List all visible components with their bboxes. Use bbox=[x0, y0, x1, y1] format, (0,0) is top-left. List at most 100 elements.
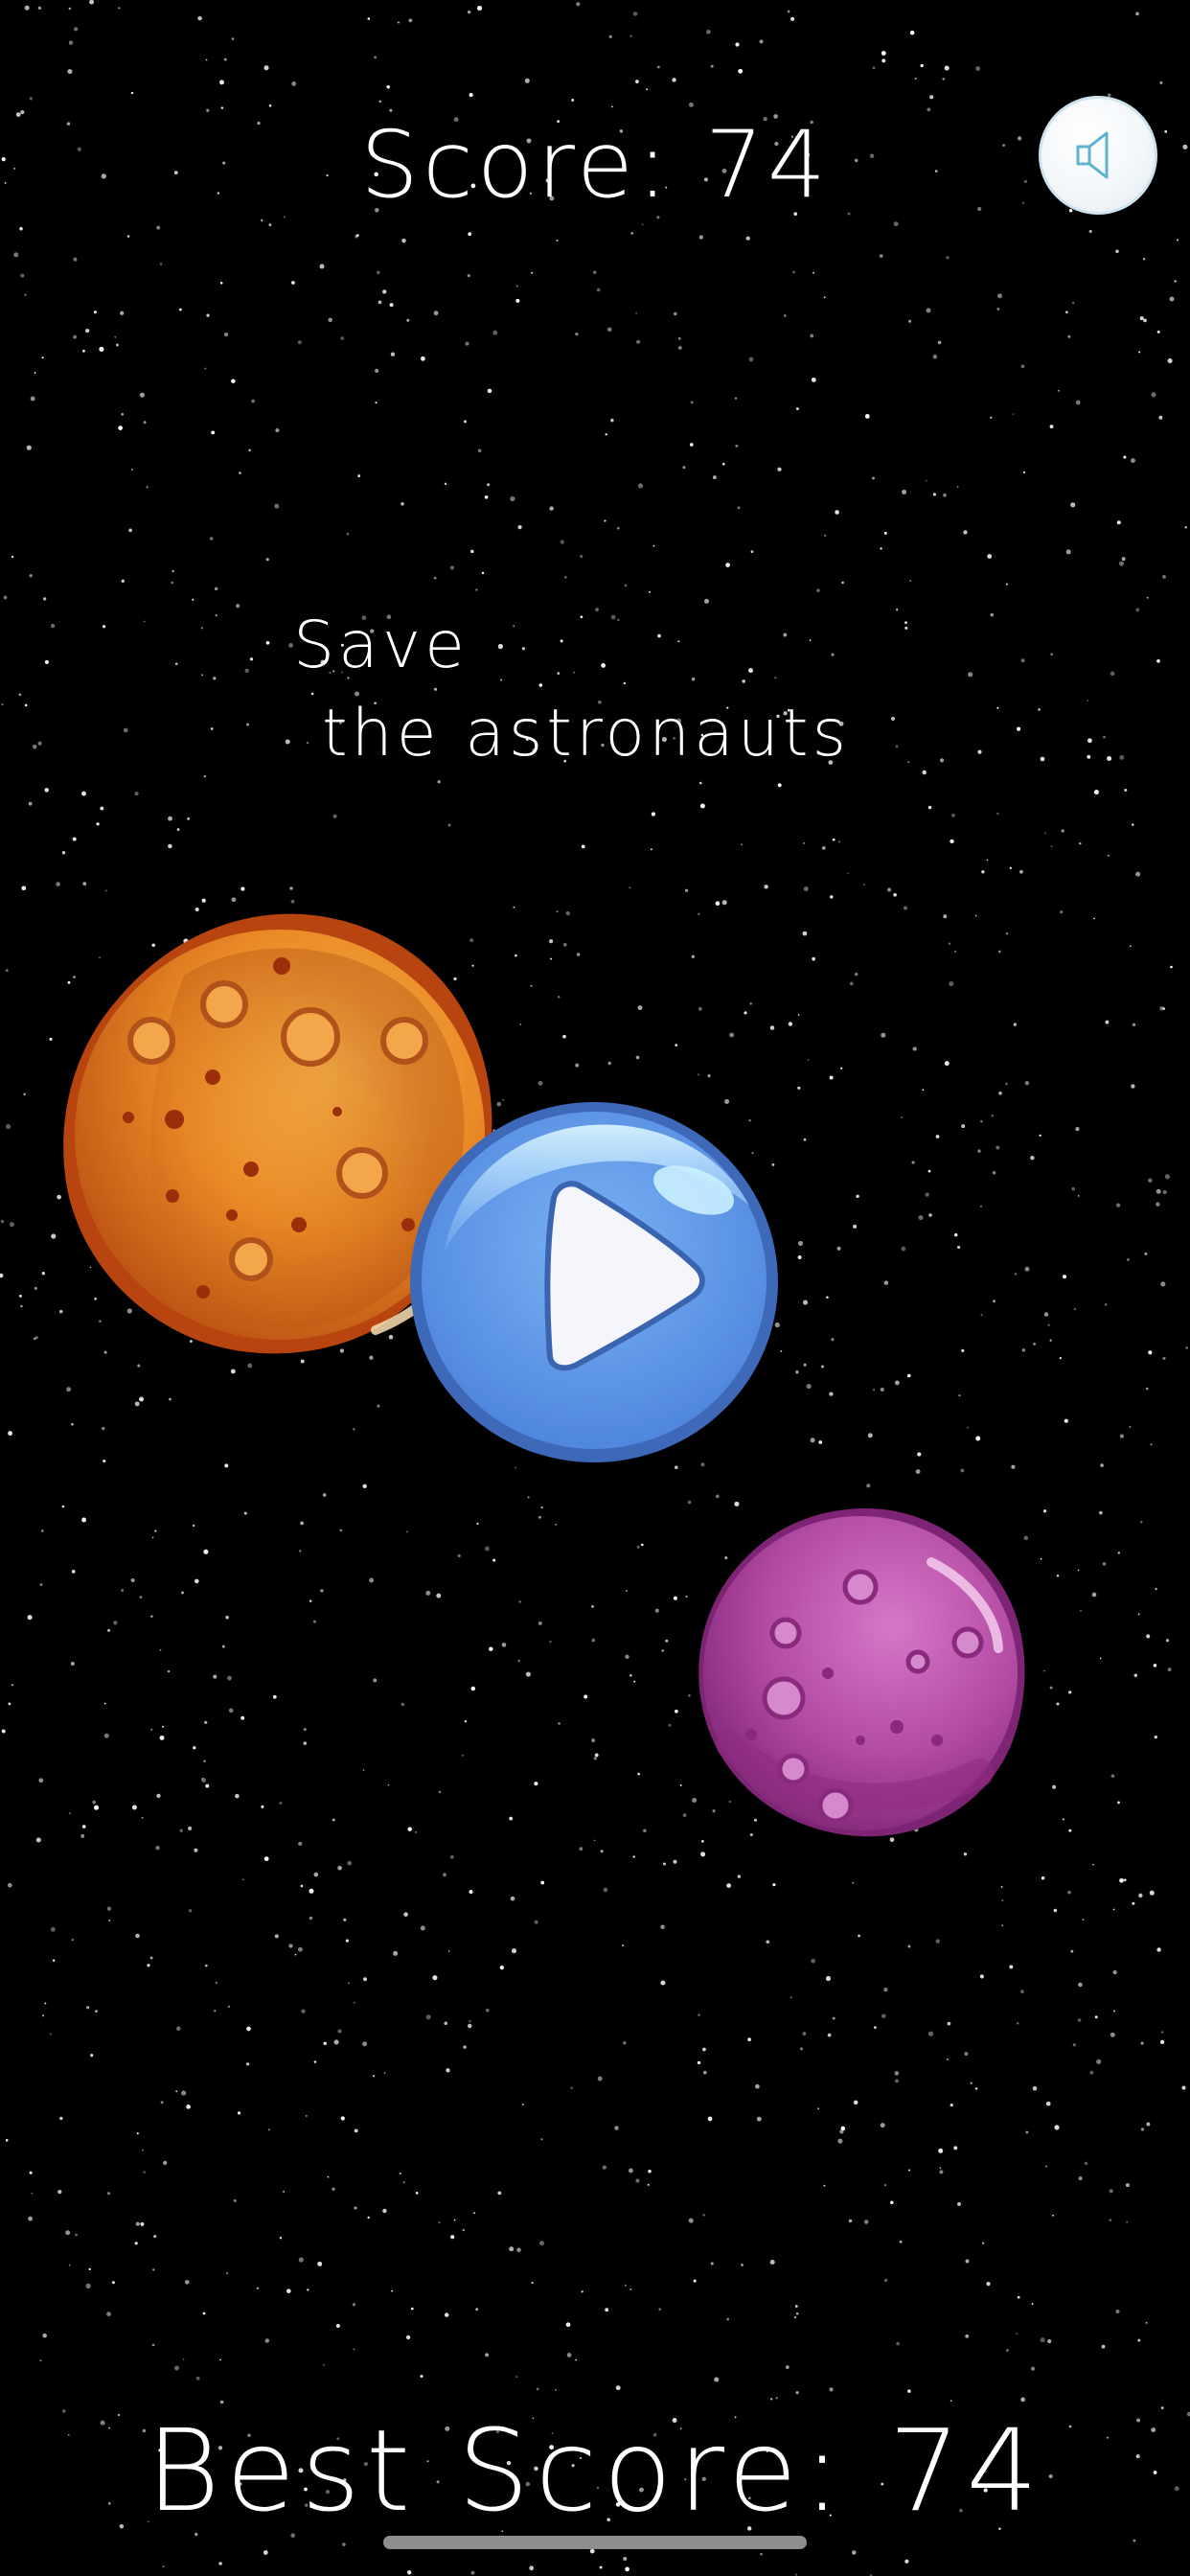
star bbox=[70, 1661, 75, 1667]
star bbox=[345, 1939, 349, 1943]
star bbox=[143, 2171, 146, 2174]
star bbox=[320, 1589, 324, 1593]
star bbox=[332, 2187, 335, 2191]
star bbox=[521, 2103, 524, 2106]
star bbox=[382, 2208, 387, 2214]
star bbox=[1053, 1908, 1058, 1913]
star bbox=[213, 1674, 217, 1679]
star bbox=[1013, 1023, 1017, 1026]
star bbox=[410, 2307, 414, 2311]
star bbox=[29, 574, 33, 578]
star bbox=[682, 466, 686, 470]
star bbox=[510, 1896, 515, 1901]
star bbox=[19, 226, 23, 231]
star bbox=[783, 314, 787, 317]
star bbox=[698, 2013, 700, 2016]
star bbox=[707, 2116, 713, 2122]
star bbox=[795, 2312, 799, 2315]
star bbox=[49, 2033, 52, 2036]
star bbox=[950, 813, 955, 817]
star bbox=[777, 467, 782, 472]
star bbox=[136, 2132, 139, 2135]
star bbox=[635, 2178, 640, 2183]
star bbox=[998, 1091, 1002, 1095]
star bbox=[211, 430, 216, 435]
star bbox=[623, 2556, 628, 2562]
star bbox=[624, 584, 628, 587]
star bbox=[715, 901, 721, 906]
star bbox=[399, 2172, 401, 2175]
star bbox=[387, 1783, 390, 1786]
star bbox=[979, 1974, 984, 1979]
star bbox=[1060, 909, 1064, 914]
star bbox=[1000, 1886, 1003, 1888]
star bbox=[485, 2353, 490, 2358]
star bbox=[57, 2189, 62, 2195]
star bbox=[49, 1037, 53, 1041]
star bbox=[367, 2216, 370, 2220]
star bbox=[35, 1837, 41, 1843]
star bbox=[236, 604, 240, 609]
star bbox=[821, 846, 826, 850]
star bbox=[575, 2358, 577, 2361]
star bbox=[194, 1578, 199, 1584]
star bbox=[135, 2221, 140, 2226]
star bbox=[652, 544, 655, 547]
star bbox=[766, 1940, 770, 1944]
star bbox=[648, 2169, 652, 2174]
star bbox=[950, 2400, 952, 2403]
star bbox=[1110, 671, 1115, 677]
star bbox=[564, 576, 567, 579]
star bbox=[672, 78, 676, 82]
home-indicator[interactable] bbox=[383, 2536, 807, 2549]
star bbox=[990, 416, 993, 419]
star bbox=[475, 588, 478, 591]
star bbox=[353, 2001, 355, 2004]
star bbox=[5, 969, 9, 973]
star bbox=[32, 744, 37, 749]
star bbox=[710, 2262, 714, 2266]
star bbox=[447, 1950, 450, 1952]
star bbox=[484, 494, 489, 499]
star bbox=[130, 469, 133, 471]
star bbox=[59, 2116, 63, 2121]
star bbox=[75, 2233, 78, 2237]
star bbox=[121, 1589, 125, 1592]
star bbox=[1042, 1669, 1045, 1672]
star bbox=[6, 1124, 11, 1130]
star bbox=[501, 1643, 507, 1647]
star bbox=[1099, 1657, 1102, 1660]
star bbox=[1021, 1348, 1026, 1352]
star bbox=[103, 1702, 106, 1705]
sound-toggle-button[interactable] bbox=[1039, 96, 1157, 215]
star bbox=[1119, 1877, 1124, 1883]
star bbox=[866, 1484, 871, 1488]
star bbox=[1045, 2165, 1047, 2168]
star bbox=[688, 2218, 694, 2223]
star bbox=[340, 336, 345, 340]
star bbox=[707, 1074, 711, 1078]
star bbox=[880, 547, 882, 550]
star bbox=[899, 2240, 903, 2243]
star bbox=[487, 388, 492, 394]
star bbox=[118, 7, 121, 10]
star bbox=[347, 1860, 353, 1866]
star bbox=[795, 2391, 799, 2395]
star bbox=[1073, 1307, 1077, 1311]
play-button[interactable] bbox=[406, 1098, 782, 1466]
star bbox=[42, 597, 47, 601]
star bbox=[737, 1874, 741, 1878]
star bbox=[770, 2398, 773, 2401]
star bbox=[274, 1934, 279, 1939]
star bbox=[1022, 471, 1026, 474]
star bbox=[632, 1855, 635, 1858]
star bbox=[558, 1722, 561, 1725]
star bbox=[1072, 302, 1075, 305]
star bbox=[34, 372, 36, 374]
star bbox=[299, 1550, 302, 1552]
star bbox=[1115, 249, 1119, 254]
star bbox=[790, 16, 795, 21]
star bbox=[162, 2565, 165, 2568]
star bbox=[102, 1426, 105, 1431]
star bbox=[382, 289, 387, 294]
